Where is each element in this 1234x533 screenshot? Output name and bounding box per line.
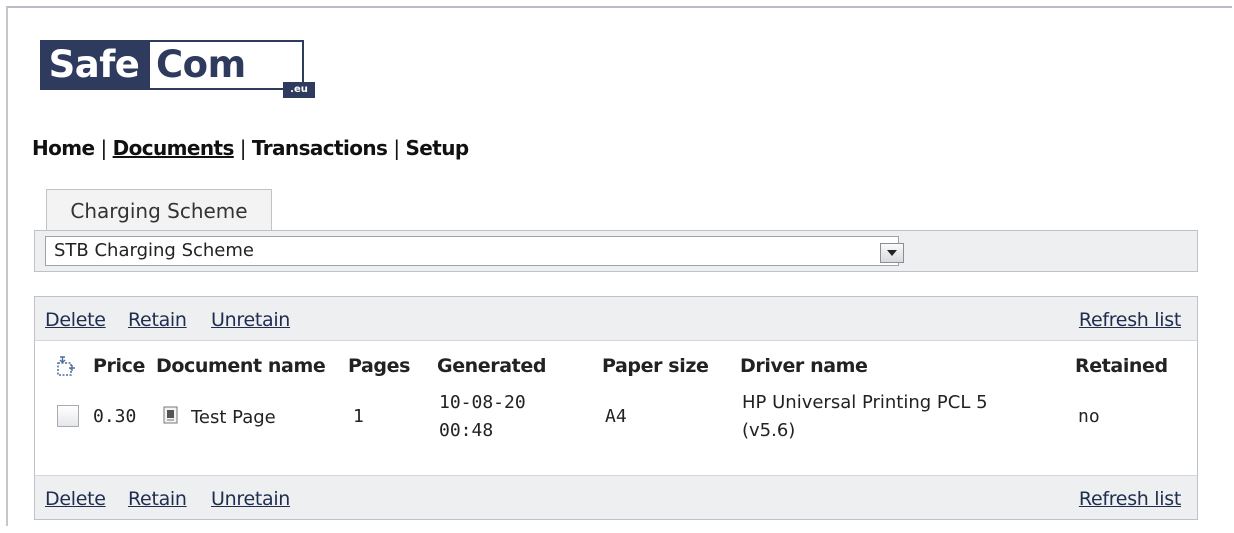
nav-separator: | bbox=[100, 136, 107, 160]
row-checkbox[interactable] bbox=[57, 405, 79, 427]
header-paper-size: Paper size bbox=[602, 355, 709, 377]
logo-com: Com bbox=[148, 40, 304, 90]
nav-separator: | bbox=[393, 136, 400, 160]
logo-eu: .eu bbox=[283, 82, 315, 98]
retain-link[interactable]: Retain bbox=[128, 488, 187, 510]
cell-generated-date: 10-08-20 bbox=[439, 392, 526, 413]
unretain-link[interactable]: Unretain bbox=[211, 309, 290, 331]
cell-generated-time: 00:48 bbox=[439, 420, 494, 441]
header-document-name: Document name bbox=[156, 355, 326, 377]
dropdown-arrow-icon[interactable] bbox=[880, 243, 904, 263]
documents-toolbar-top: Delete Retain Unretain Refresh list bbox=[35, 297, 1197, 341]
delete-link[interactable]: Delete bbox=[45, 309, 106, 331]
header-generated: Generated bbox=[437, 355, 547, 377]
nav-home[interactable]: Home bbox=[32, 136, 95, 160]
delete-link[interactable]: Delete bbox=[45, 488, 106, 510]
cell-price: 0.30 bbox=[93, 406, 137, 427]
cell-pages: 1 bbox=[353, 406, 364, 427]
nav-documents[interactable]: Documents bbox=[113, 136, 235, 160]
nav-transactions[interactable]: Transactions bbox=[252, 136, 388, 160]
documents-panel: Delete Retain Unretain Refresh list Pric… bbox=[34, 296, 1198, 520]
unretain-link[interactable]: Unretain bbox=[211, 488, 290, 510]
cell-paper-size: A4 bbox=[605, 406, 627, 427]
header-pages: Pages bbox=[348, 355, 411, 377]
refresh-list-link[interactable]: Refresh list bbox=[1079, 488, 1181, 510]
document-icon bbox=[163, 406, 178, 424]
tab-charging-scheme[interactable]: Charging Scheme bbox=[46, 189, 272, 231]
header-driver-name: Driver name bbox=[740, 355, 868, 377]
cell-document-name[interactable]: Test Page bbox=[191, 404, 276, 431]
main-nav: Home | Documents | Transactions | Setup bbox=[32, 136, 469, 160]
header-retained: Retained bbox=[1075, 355, 1168, 377]
nav-setup[interactable]: Setup bbox=[405, 136, 469, 160]
retain-link[interactable]: Retain bbox=[128, 309, 187, 331]
cell-driver-name-line2: (v5.6) bbox=[742, 420, 796, 441]
refresh-list-link[interactable]: Refresh list bbox=[1079, 309, 1181, 331]
scheme-select-bar: STB Charging Scheme bbox=[34, 230, 1198, 272]
sort-icon[interactable] bbox=[55, 356, 77, 378]
nav-separator: | bbox=[239, 136, 247, 160]
header-price: Price bbox=[93, 355, 145, 377]
documents-toolbar-bottom: Delete Retain Unretain Refresh list bbox=[35, 475, 1197, 519]
cell-driver-name-line1: HP Universal Printing PCL 5 bbox=[742, 392, 988, 413]
charging-scheme-select[interactable]: STB Charging Scheme bbox=[45, 236, 904, 266]
charging-scheme-select-value: STB Charging Scheme bbox=[54, 240, 254, 261]
logo-safe: Safe bbox=[40, 40, 148, 90]
cell-retained: no bbox=[1078, 406, 1100, 427]
